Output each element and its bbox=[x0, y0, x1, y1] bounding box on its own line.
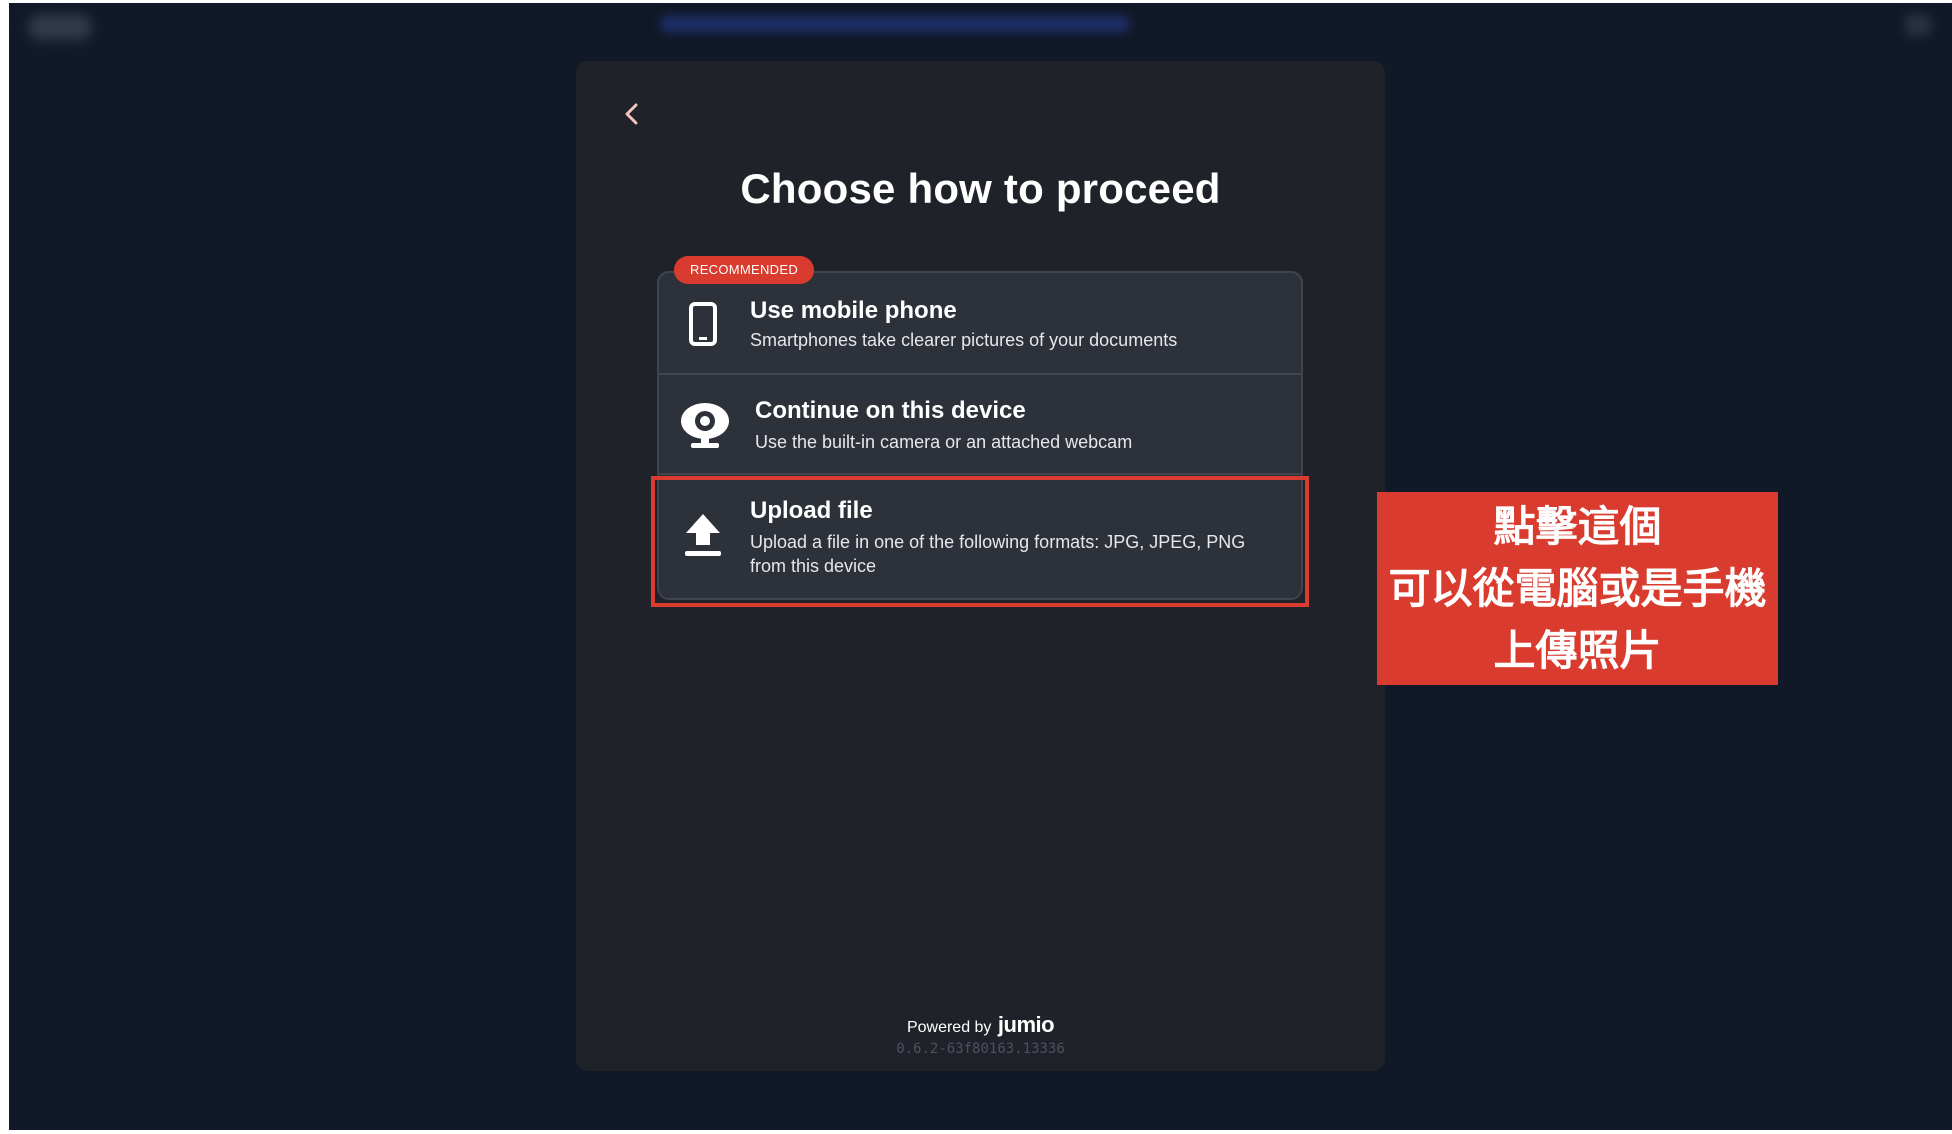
footer: Powered by jumio 0.6.2-63f80163.13336 bbox=[576, 1012, 1385, 1057]
powered-by-label: Powered by bbox=[906, 1019, 992, 1036]
option-title: Use mobile phone bbox=[750, 297, 957, 324]
option-description: Use the built-in camera or an attached w… bbox=[755, 432, 1133, 452]
upload-icon bbox=[681, 509, 725, 561]
annotation-line: 點擊這個 bbox=[1493, 501, 1662, 551]
option-description: Upload a file in one of the following fo… bbox=[750, 532, 1246, 576]
option-title: Upload file bbox=[750, 497, 873, 524]
blurred-progress-bar bbox=[660, 16, 1130, 32]
option-use-mobile-phone[interactable]: Use mobile phone Smartphones take cleare… bbox=[659, 273, 1301, 373]
page-title: Choose how to proceed bbox=[740, 165, 1221, 212]
back-button[interactable] bbox=[614, 96, 650, 132]
blurred-corner-icon bbox=[1905, 14, 1931, 36]
option-continue-on-device[interactable]: Continue on this device Use the built-in… bbox=[659, 373, 1301, 473]
recommended-badge: RECOMMENDED bbox=[674, 256, 815, 284]
jumio-logo: jumio bbox=[997, 1012, 1055, 1037]
annotation-line: 上傳照片 bbox=[1493, 625, 1662, 675]
option-description: Smartphones take clearer pictures of you… bbox=[750, 330, 1178, 350]
annotation-callout: 點擊這個 可以從電腦或是手機 上傳照片 bbox=[1377, 492, 1778, 685]
proceed-options-list: Use mobile phone Smartphones take cleare… bbox=[657, 271, 1303, 600]
version-string: 0.6.2-63f80163.13336 bbox=[896, 1041, 1065, 1057]
chevron-left-icon bbox=[625, 103, 638, 125]
option-upload-file[interactable]: Upload file Upload a file in one of the … bbox=[659, 473, 1301, 598]
webcam-icon bbox=[677, 399, 733, 451]
blurred-logo bbox=[28, 14, 92, 40]
annotation-line: 可以從電腦或是手機 bbox=[1388, 563, 1767, 613]
mobile-phone-icon bbox=[681, 299, 725, 349]
option-title: Continue on this device bbox=[755, 397, 1026, 424]
powered-by: Powered by jumio bbox=[576, 1012, 1385, 1038]
